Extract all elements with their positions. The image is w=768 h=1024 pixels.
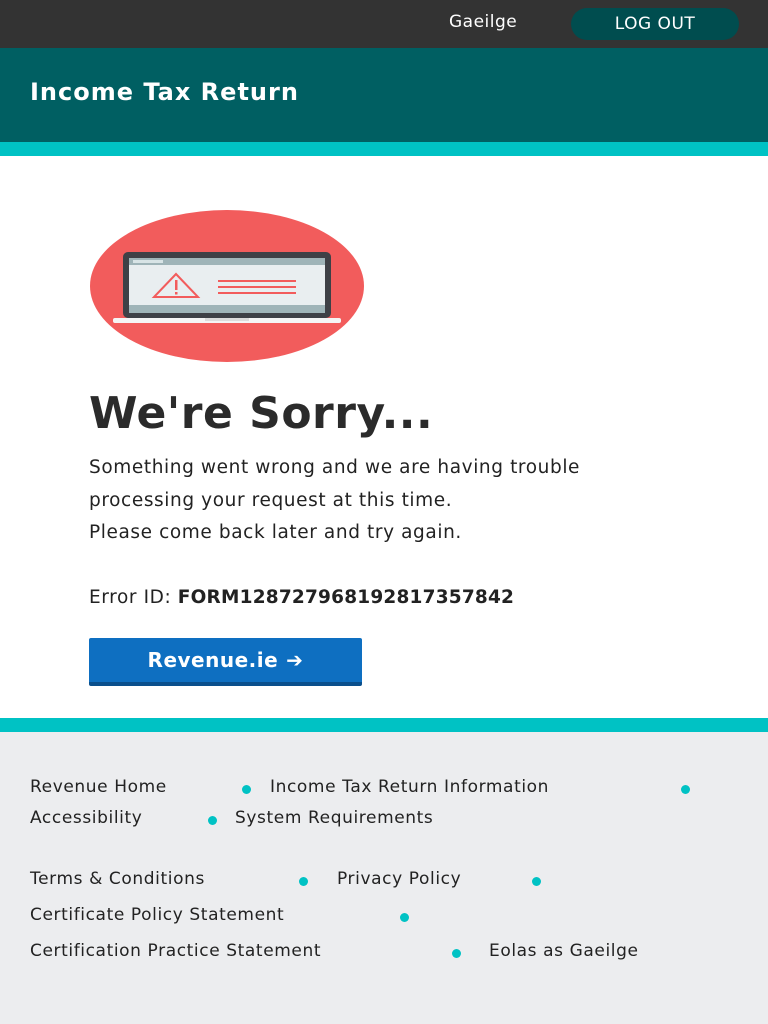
error-message: Something went wrong and we are having t… [89,452,669,550]
error-heading: We're Sorry... [89,388,434,439]
accent-divider-top [0,142,768,156]
footer-separator-dot [452,949,461,958]
error-id-label: Error ID: [89,587,172,608]
footer-separator-dot [681,785,690,794]
footer-link-eolas-as-gaeilge[interactable]: Eolas as Gaeilge [489,941,639,961]
language-link[interactable]: Gaeilge [449,12,517,32]
app-header: Income Tax Return [0,48,768,142]
footer-link-certification-practice-statement[interactable]: Certification Practice Statement [30,941,321,961]
revenue-ie-button[interactable]: Revenue.ie ➔ [89,638,362,686]
footer-link-terms-conditions[interactable]: Terms & Conditions [30,869,205,889]
footer-link-system-requirements[interactable]: System Requirements [235,808,433,828]
error-message-line1: Something went wrong and we are having t… [89,457,581,511]
footer-separator-dot [299,877,308,886]
footer-link-privacy-policy[interactable]: Privacy Policy [337,869,461,889]
footer-separator-dot [532,877,541,886]
footer-link-accessibility[interactable]: Accessibility [30,808,142,828]
footer: Revenue Home Income Tax Return Informati… [0,732,768,1024]
top-bar: Gaeilge LOG OUT [0,0,768,48]
footer-separator-dot [208,816,217,825]
logout-button[interactable]: LOG OUT [571,8,739,40]
revenue-ie-button-label: Revenue.ie [147,648,279,672]
arrow-right-icon: ➔ [286,648,304,672]
footer-link-income-tax-return-information[interactable]: Income Tax Return Information [270,777,549,797]
footer-link-certificate-policy-statement[interactable]: Certificate Policy Statement [30,905,284,925]
error-id-line: Error ID: FORM12872796819281735784​2 [89,584,514,612]
accent-divider-bottom [0,718,768,732]
laptop-warning-icon [89,209,365,363]
footer-separator-dot [242,785,251,794]
footer-separator-dot [400,913,409,922]
page-title: Income Tax Return [30,78,299,106]
error-message-line2: Please come back later and try again. [89,522,462,543]
error-id-value: FORM12872796819281735784​2 [177,587,515,608]
footer-link-revenue-home[interactable]: Revenue Home [30,777,167,797]
